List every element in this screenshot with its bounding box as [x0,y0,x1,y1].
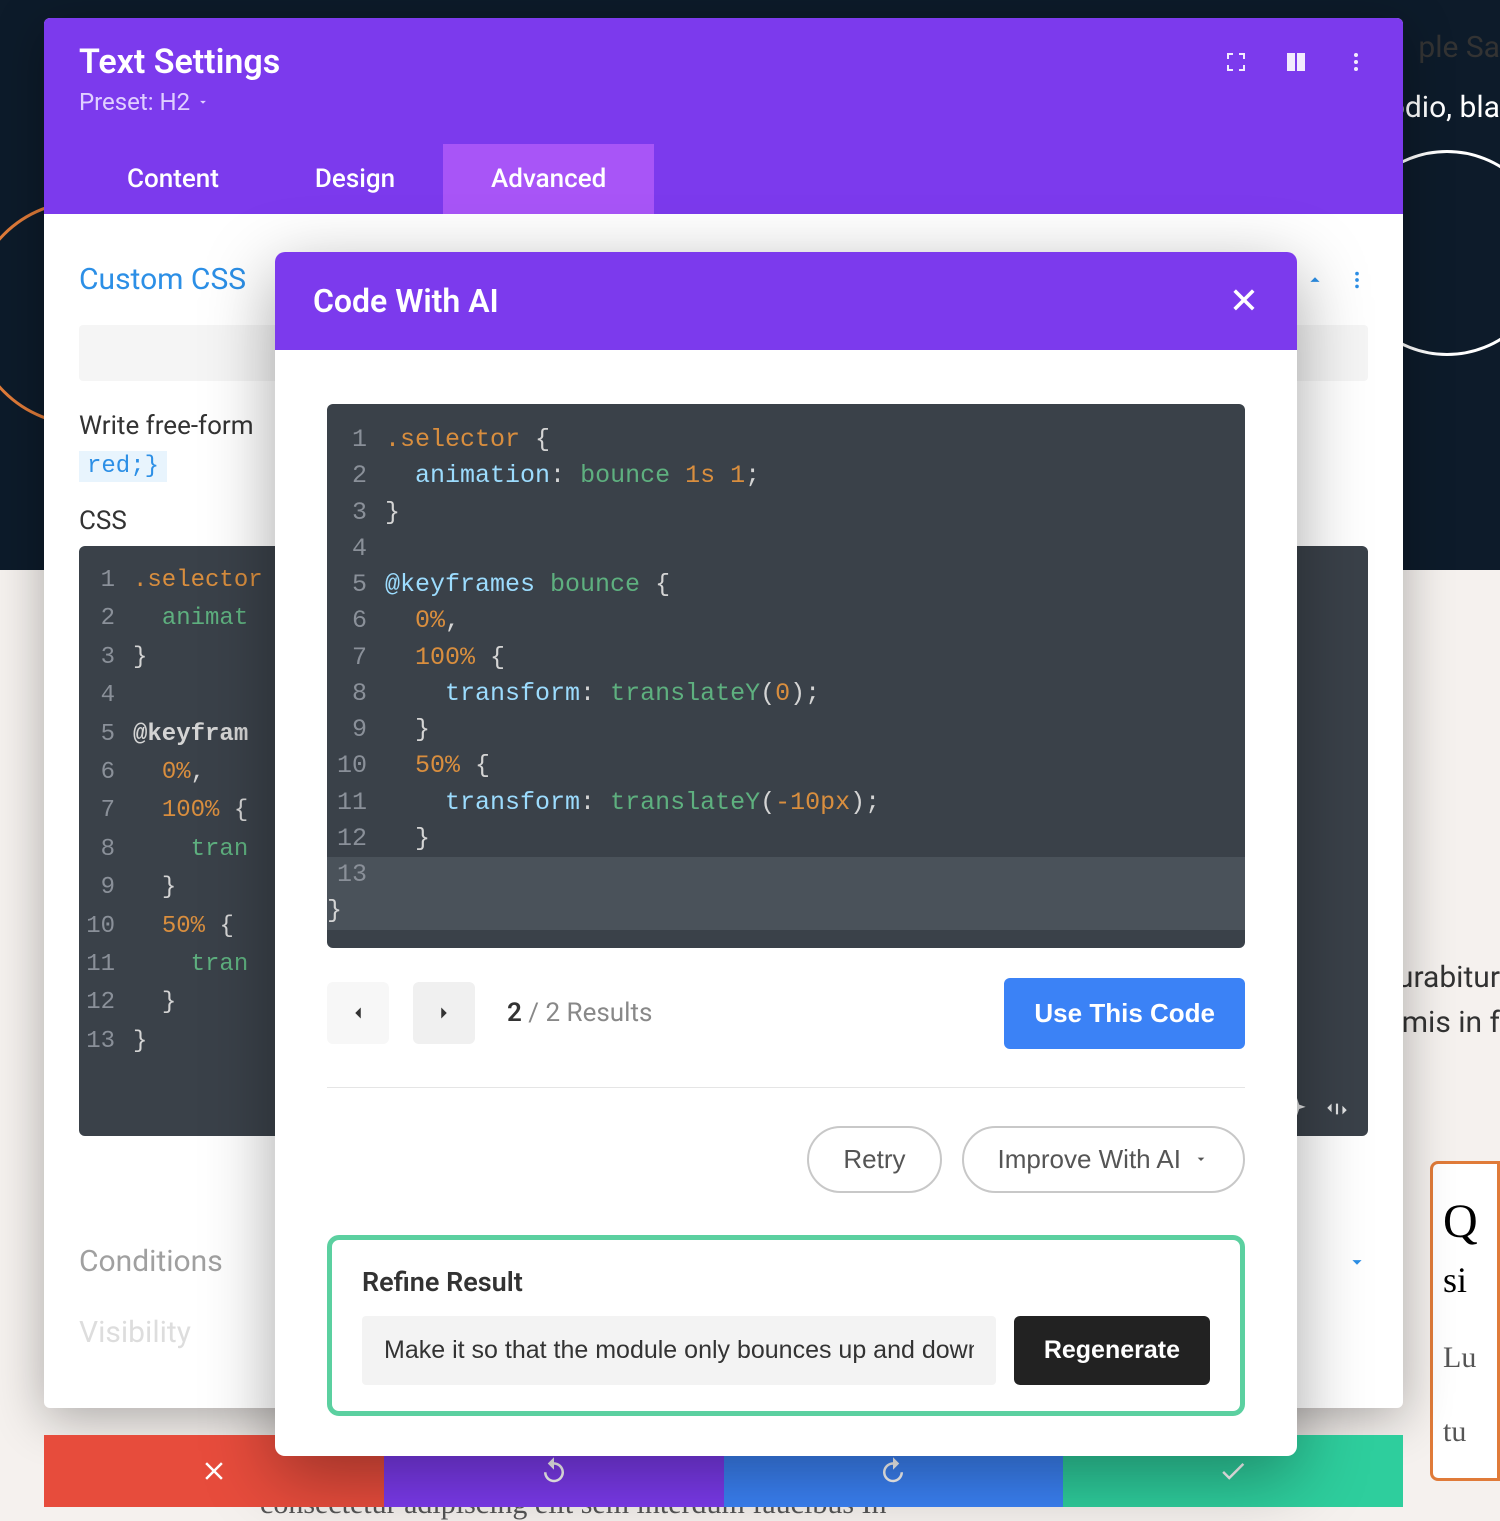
use-this-code-button[interactable]: Use This Code [1004,978,1245,1049]
ai-modal-title: Code With AI [313,282,499,320]
section-visibility[interactable]: Visibility [79,1315,191,1350]
refine-label: Refine Result [362,1266,1210,1298]
refine-input[interactable] [362,1316,996,1385]
check-icon [1218,1456,1248,1486]
refine-result-box: Refine Result Regenerate [327,1235,1245,1416]
chevron-down-icon[interactable] [1346,1251,1368,1273]
section-conditions[interactable]: Conditions [79,1244,223,1279]
next-result-button[interactable] [413,982,475,1044]
chevron-left-icon [347,1002,369,1024]
swap-icon[interactable] [1324,1096,1350,1122]
expand-icon[interactable] [1224,50,1248,74]
tab-advanced[interactable]: Advanced [443,144,654,214]
more-icon[interactable] [1346,269,1368,291]
chevron-down-icon [196,95,210,109]
improve-with-ai-button[interactable]: Improve With AI [962,1126,1246,1193]
chevron-down-icon [1193,1151,1209,1167]
code-example: red;} [79,451,167,482]
columns-icon[interactable] [1284,50,1308,74]
regenerate-button[interactable]: Regenerate [1014,1316,1210,1385]
retry-button[interactable]: Retry [807,1126,941,1193]
bg-side-card: Q si Lu tu [1430,1161,1500,1481]
modal-title: Text Settings [79,42,280,82]
preset-selector[interactable]: Preset: H2 [79,88,280,116]
redo-icon [878,1456,908,1486]
tab-design[interactable]: Design [267,144,443,214]
tab-content[interactable]: Content [79,144,267,214]
close-button[interactable]: ✕ [1229,280,1259,322]
more-icon[interactable] [1344,50,1368,74]
close-icon [199,1456,229,1486]
bg-text: odio, bla [1388,90,1500,125]
section-custom-css[interactable]: Custom CSS [79,262,246,297]
chevron-up-icon[interactable] [1304,269,1326,291]
code-with-ai-modal: Code With AI ✕ 1.selector {2 animation: … [275,252,1297,1456]
ai-code-preview[interactable]: 1.selector {2 animation: bounce 1s 1;3}4… [327,404,1245,948]
results-counter: 2 / 2 Results [507,998,652,1028]
chevron-right-icon [433,1002,455,1024]
undo-icon [539,1456,569,1486]
modal-header: Text Settings Preset: H2 Content Design … [44,18,1403,214]
tabs: Content Design Advanced [79,144,1368,214]
prev-result-button[interactable] [327,982,389,1044]
bg-text: ple Sa [1418,30,1500,65]
